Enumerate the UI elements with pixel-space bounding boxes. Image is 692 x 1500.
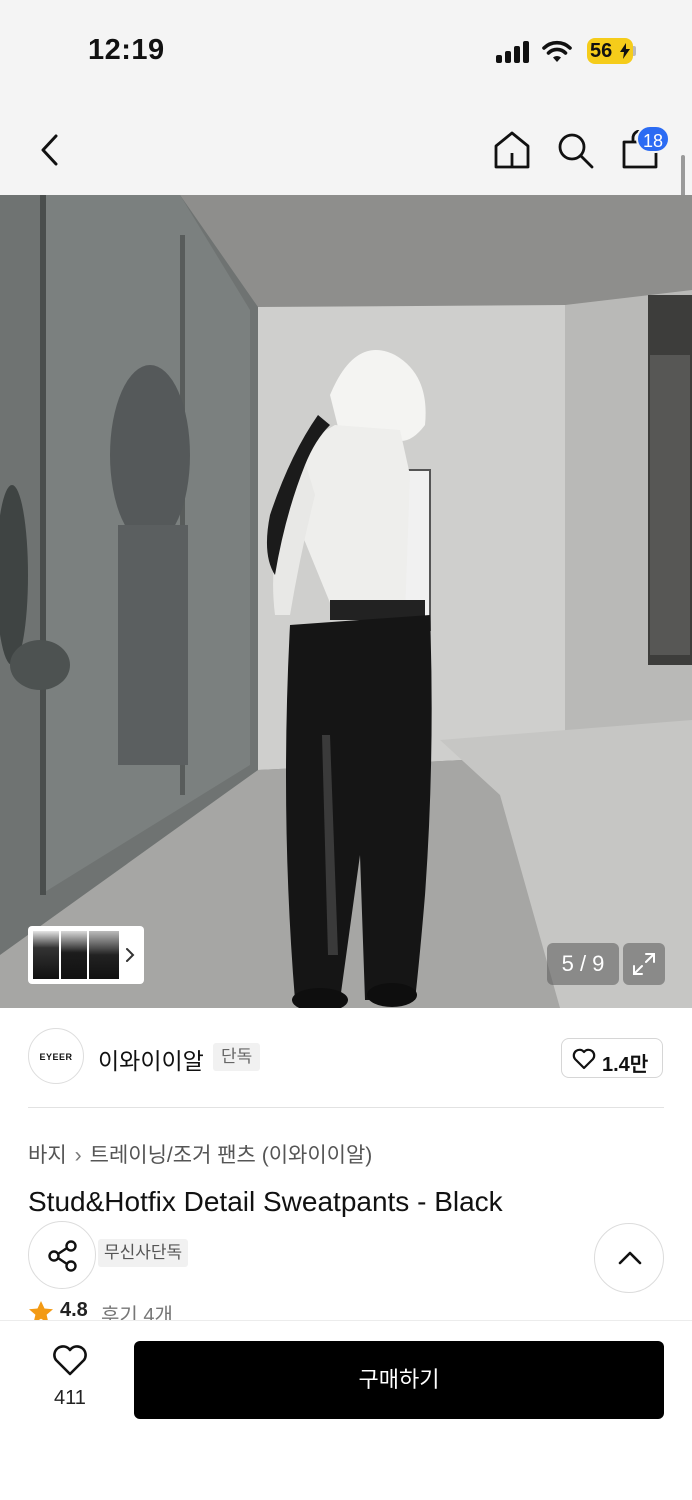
product-photo bbox=[0, 195, 692, 1008]
brand-like-count: 1.4만 bbox=[602, 1054, 649, 1076]
image-counter: 5 / 9 bbox=[547, 943, 619, 985]
share-button[interactable] bbox=[28, 1221, 96, 1289]
musinsa-exclusive-tag: 무신사단독 bbox=[98, 1239, 189, 1267]
buy-button[interactable]: 구매하기 bbox=[134, 1341, 664, 1419]
product-image-gallery[interactable] bbox=[0, 195, 692, 1008]
rating-score: 4.8 bbox=[60, 1299, 88, 1321]
signal-icon bbox=[496, 41, 532, 63]
battery-tip bbox=[633, 46, 636, 56]
battery-level: 56 bbox=[590, 40, 613, 62]
share-icon bbox=[48, 1240, 77, 1272]
divider bbox=[28, 1107, 664, 1108]
scroll-top-button[interactable] bbox=[594, 1223, 664, 1293]
thumbnail-image[interactable] bbox=[33, 931, 59, 979]
battery-indicator: 56 bbox=[587, 38, 633, 64]
cart-count-badge: 18 bbox=[636, 125, 670, 153]
search-icon[interactable] bbox=[557, 132, 595, 170]
wifi-icon bbox=[542, 40, 572, 62]
heart-outline-icon bbox=[572, 1048, 596, 1070]
product-title: Stud&Hotfix Detail Sweatpants - Black bbox=[28, 1186, 503, 1217]
status-bar: 12:19 56 bbox=[0, 0, 692, 100]
breadcrumb: 바지 › 트레이닝/조거 팬츠 (이와이이알) bbox=[28, 1139, 372, 1169]
home-icon[interactable] bbox=[493, 130, 531, 170]
breadcrumb-category[interactable]: 바지 bbox=[28, 1144, 67, 1167]
brand-row: EYEER 이와이이알 단독 1.4만 bbox=[28, 1028, 664, 1086]
chevron-up-icon bbox=[618, 1251, 642, 1265]
wishlist-button[interactable]: 411 bbox=[40, 1343, 100, 1413]
brand-logo[interactable]: EYEER bbox=[28, 1028, 84, 1084]
status-time: 12:19 bbox=[88, 34, 165, 66]
wishlist-count: 411 bbox=[54, 1387, 86, 1409]
brand-name[interactable]: 이와이이알 bbox=[98, 1042, 204, 1076]
heart-outline-icon bbox=[53, 1345, 87, 1376]
brand-exclusive-tag: 단독 bbox=[213, 1043, 261, 1071]
chevron-left-icon[interactable] bbox=[38, 134, 62, 166]
brand-like-button[interactable]: 1.4만 bbox=[561, 1038, 663, 1078]
thumbnail-image[interactable] bbox=[89, 931, 119, 979]
expand-button[interactable] bbox=[623, 943, 665, 985]
thumbnail-strip[interactable] bbox=[28, 926, 144, 984]
breadcrumb-subcategory[interactable]: 트레이닝/조거 팬츠 (이와이이알) bbox=[90, 1144, 373, 1167]
thumbnail-image[interactable] bbox=[61, 931, 87, 979]
breadcrumb-separator: › bbox=[74, 1144, 82, 1167]
expand-icon bbox=[633, 953, 655, 975]
chevron-right-icon[interactable] bbox=[125, 947, 135, 963]
charging-bolt-icon bbox=[620, 43, 630, 59]
